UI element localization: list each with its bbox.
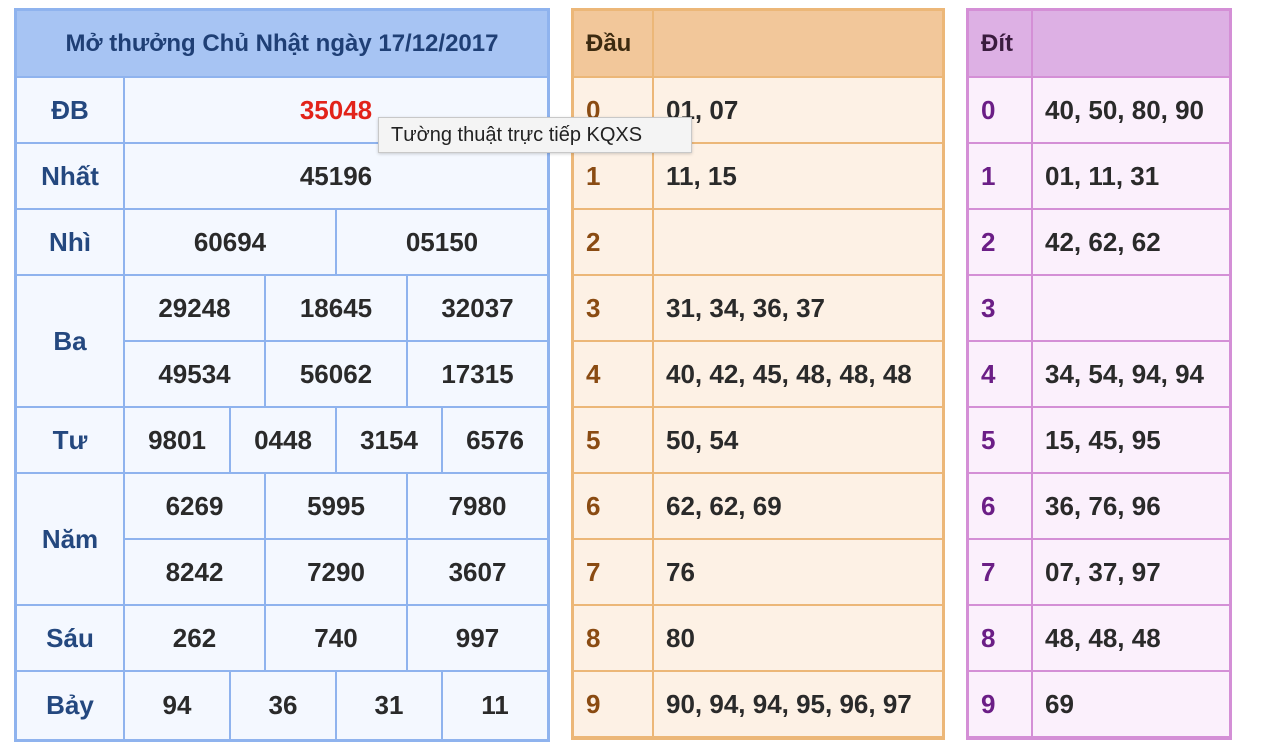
prize-value-bay: 31 (337, 672, 441, 739)
dau-values: 01, 07 (654, 78, 942, 142)
prize-label-ba: Ba (17, 276, 123, 406)
dau-digit: 9 (574, 672, 652, 736)
dit-values (1033, 276, 1229, 340)
prize-value-nam: 7290 (266, 540, 406, 604)
prize-value-tu: 9801 (125, 408, 229, 472)
dau-header-values (654, 11, 942, 76)
dau-values: 90, 94, 94, 95, 96, 97 (654, 672, 942, 736)
prize-label-nam: Năm (17, 474, 123, 604)
dau-digit: 3 (574, 276, 652, 340)
prize-value-ba: 29248 (125, 276, 264, 340)
prize-value-ba: 18645 (266, 276, 406, 340)
dit-digit: 5 (969, 408, 1031, 472)
prize-value-nhi: 05150 (337, 210, 547, 274)
dit-digit: 4 (969, 342, 1031, 406)
prize-value-ba: 32037 (408, 276, 547, 340)
dit-header: Đít (969, 11, 1031, 76)
prize-value-tu: 3154 (337, 408, 441, 472)
dau-values: 40, 42, 45, 48, 48, 48 (654, 342, 942, 406)
dit-digit: 1 (969, 144, 1031, 208)
dau-digit: 2 (574, 210, 652, 274)
dit-values: 01, 11, 31 (1033, 144, 1229, 208)
prize-value-nhi: 60694 (125, 210, 335, 274)
dit-digit: 6 (969, 474, 1031, 538)
dit-table: Đít 0 40, 50, 80, 90 1 01, 11, 31 2 42, 62, 6… (966, 8, 1232, 740)
prize-label-sau: Sáu (17, 606, 123, 670)
prize-label-nhi: Nhì (17, 210, 123, 274)
dau-values: 80 (654, 606, 942, 670)
results-title: Mở thưởng Chủ Nhật ngày 17/12/2017 (17, 11, 547, 76)
dau-header: Đầu (574, 11, 652, 76)
dit-digit: 0 (969, 78, 1031, 142)
dau-values (654, 210, 942, 274)
prize-value-tu: 6576 (443, 408, 547, 472)
dit-values: 36, 76, 96 (1033, 474, 1229, 538)
dit-values: 07, 37, 97 (1033, 540, 1229, 604)
dit-header-values (1033, 11, 1229, 76)
prize-value-sau: 997 (408, 606, 547, 670)
dau-digit: 1 (574, 144, 652, 208)
prize-value-nhat: 45196 (125, 144, 547, 208)
dit-digit: 8 (969, 606, 1031, 670)
prize-value-tu: 0448 (231, 408, 335, 472)
prize-value-ba: 17315 (408, 342, 547, 406)
prize-value-sau: 262 (125, 606, 264, 670)
prize-label-nhat: Nhất (17, 144, 123, 208)
dau-digit: 6 (574, 474, 652, 538)
dit-values: 48, 48, 48 (1033, 606, 1229, 670)
prize-value-nam: 7980 (408, 474, 547, 538)
dit-values: 15, 45, 95 (1033, 408, 1229, 472)
dau-values: 76 (654, 540, 942, 604)
prize-value-nam: 3607 (408, 540, 547, 604)
dit-digit: 2 (969, 210, 1031, 274)
dau-digit: 4 (574, 342, 652, 406)
dau-digit: 5 (574, 408, 652, 472)
dau-digit: 7 (574, 540, 652, 604)
prize-value-nam: 6269 (125, 474, 264, 538)
prize-value-sau: 740 (266, 606, 406, 670)
dau-values: 11, 15 (654, 144, 942, 208)
prize-value-ba: 56062 (266, 342, 406, 406)
dit-digit: 9 (969, 672, 1031, 736)
tooltip: Tường thuật trực tiếp KQXS (378, 117, 692, 153)
dau-values: 50, 54 (654, 408, 942, 472)
dit-digit: 3 (969, 276, 1031, 340)
prize-label-bay: Bảy (17, 672, 123, 739)
prize-value-nam: 5995 (266, 474, 406, 538)
dit-values: 69 (1033, 672, 1229, 736)
prize-label-tu: Tư (17, 408, 123, 472)
dau-values: 62, 62, 69 (654, 474, 942, 538)
dit-values: 34, 54, 94, 94 (1033, 342, 1229, 406)
prize-value-bay: 11 (443, 672, 547, 739)
prize-value-ba: 49534 (125, 342, 264, 406)
dit-digit: 7 (969, 540, 1031, 604)
dau-digit: 8 (574, 606, 652, 670)
prize-value-nam: 8242 (125, 540, 264, 604)
dau-values: 31, 34, 36, 37 (654, 276, 942, 340)
dit-values: 40, 50, 80, 90 (1033, 78, 1229, 142)
dit-values: 42, 62, 62 (1033, 210, 1229, 274)
prize-value-bay: 36 (231, 672, 335, 739)
prize-label-db: ĐB (17, 78, 123, 142)
prize-value-bay: 94 (125, 672, 229, 739)
